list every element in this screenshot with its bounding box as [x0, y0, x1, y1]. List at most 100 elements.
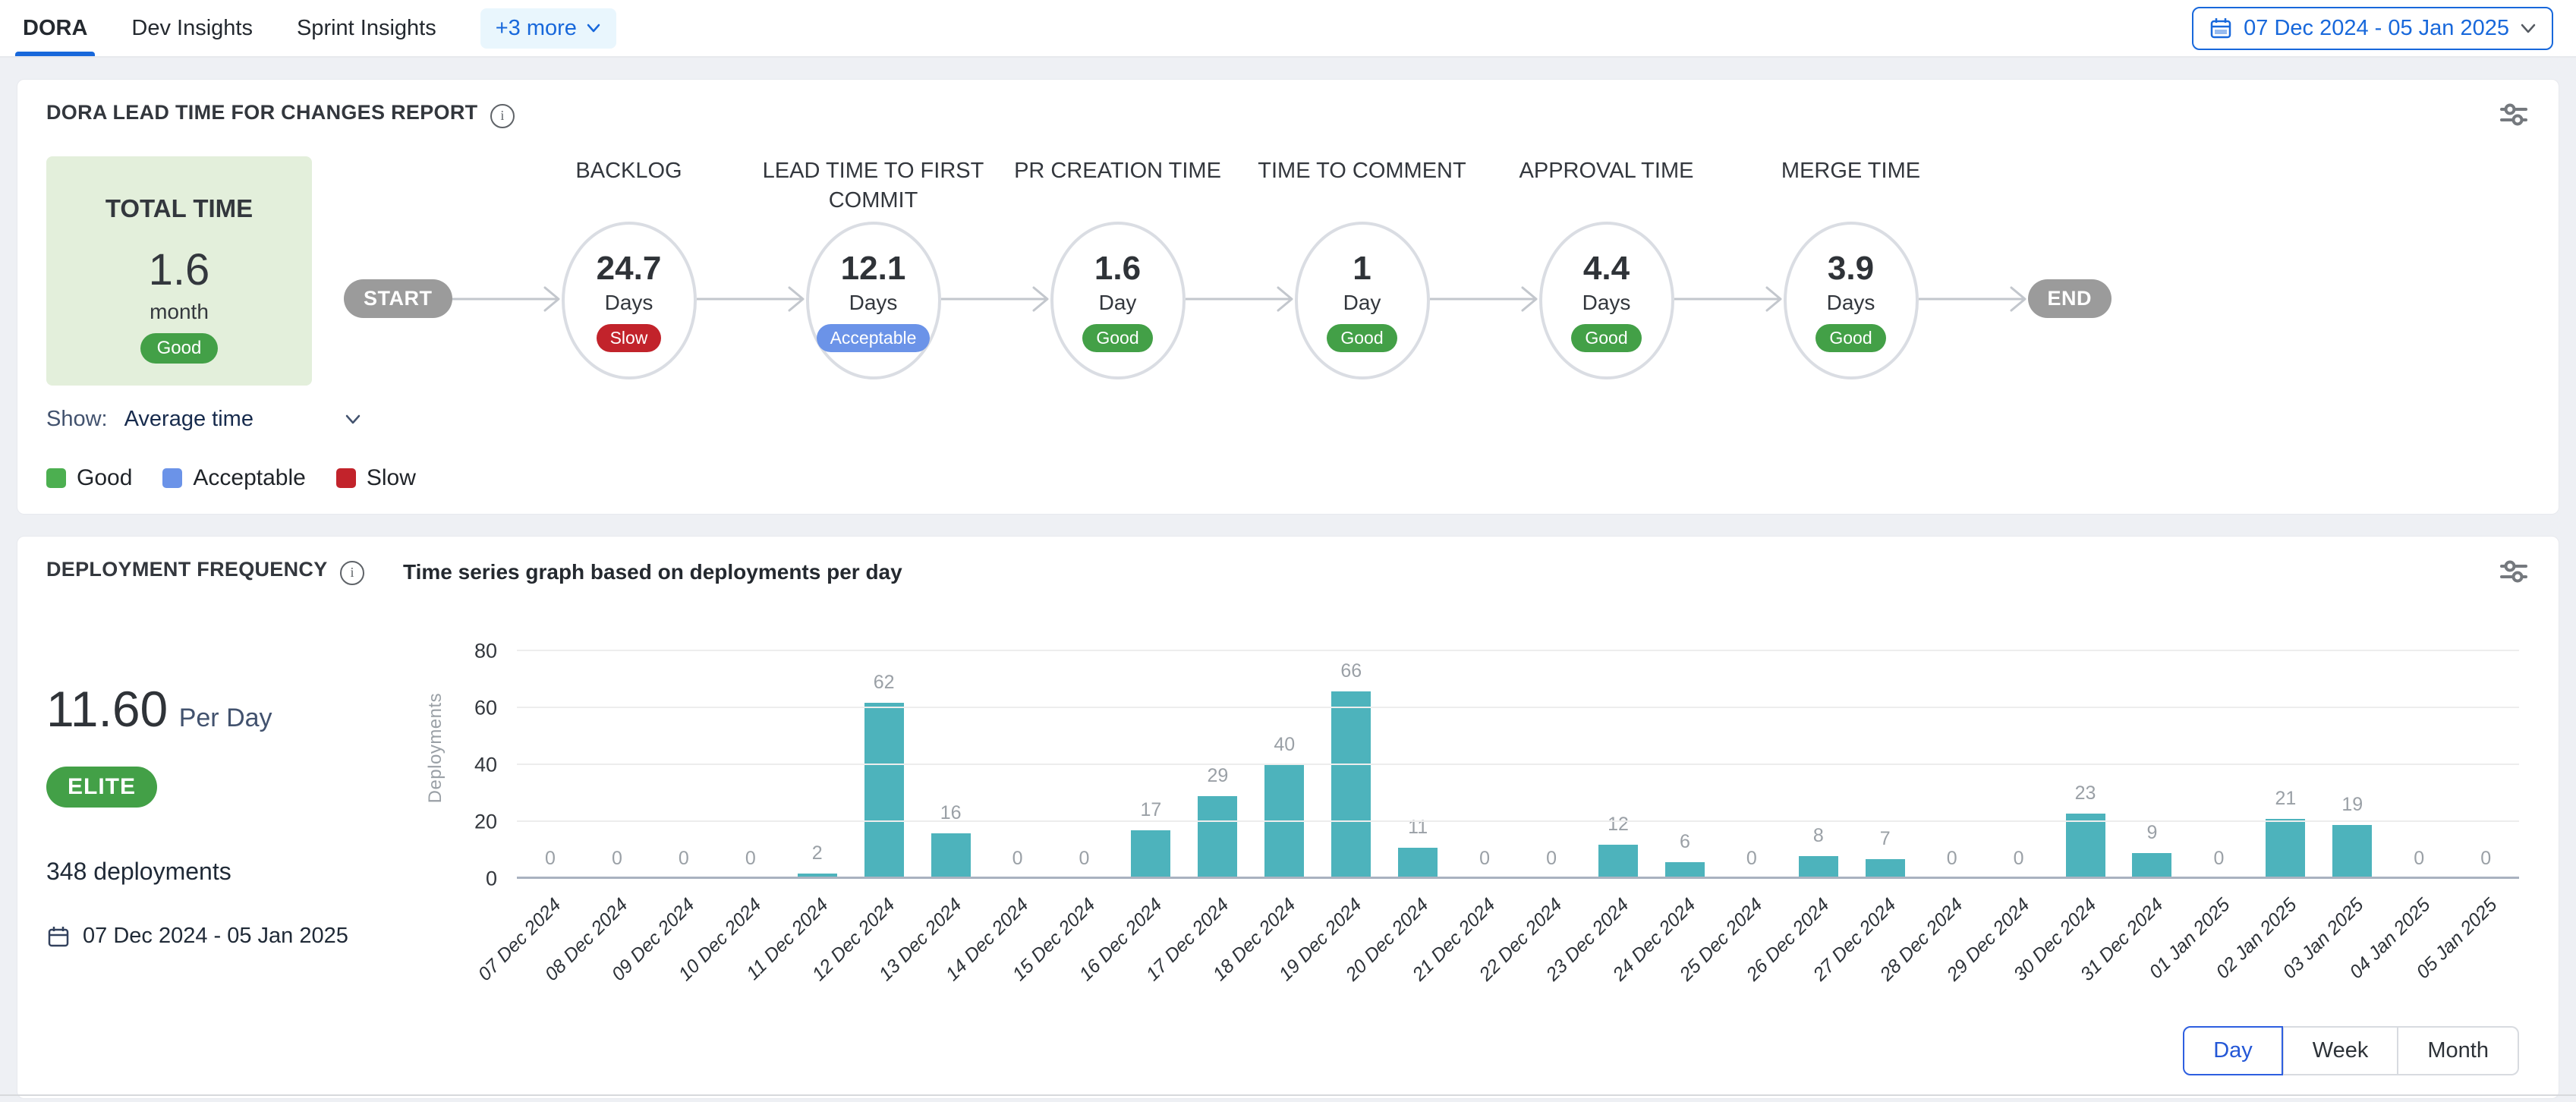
bar-value-label: 40 — [1274, 734, 1295, 756]
bar-value-label: 0 — [745, 848, 756, 870]
tab-dev-insights[interactable]: Dev Insights — [131, 0, 253, 56]
bar-value-label: 9 — [2147, 822, 2158, 844]
bar-slot: 931 Dec 2024 — [2119, 651, 2186, 879]
bar-value-label: 0 — [2414, 848, 2424, 870]
bar[interactable] — [1331, 691, 1371, 880]
bar-slot: 1903 Jan 2025 — [2319, 651, 2385, 879]
bar-slot: 624 Dec 2024 — [1652, 651, 1718, 879]
bar-slot: 001 Jan 2025 — [2185, 651, 2252, 879]
bar-slot: 021 Dec 2024 — [1451, 651, 1518, 879]
stage-circle: 1.6DayGood — [1050, 222, 1186, 379]
more-tabs-button[interactable]: +3 more — [480, 8, 616, 49]
bar-slot: 025 Dec 2024 — [1718, 651, 1785, 879]
deployment-rate: 11.60 — [46, 681, 168, 737]
bar[interactable] — [2266, 819, 2305, 879]
deployment-rate-unit: Per Day — [179, 704, 272, 732]
stage-name: APPROVAL TIME — [1482, 156, 1732, 186]
lead-time-flow: STARTBACKLOG24.7DaysSlowLEAD TIME TO FIR… — [312, 156, 2530, 386]
deployment-frequency-card: DEPLOYMENT FREQUENCY i Time series graph… — [17, 536, 2559, 1099]
bar-chart-plot: Deployments 007 Dec 2024008 Dec 2024009 … — [517, 651, 2519, 879]
bar[interactable] — [1398, 848, 1438, 879]
bar-value-label: 17 — [1141, 799, 1162, 821]
stage-circle: 24.7DaysSlow — [562, 222, 697, 379]
stage-value: 1.6 — [1094, 250, 1141, 288]
stage-unit: Days — [1827, 291, 1875, 315]
total-time-card: TOTAL TIME 1.6 month Good — [46, 156, 312, 386]
bar[interactable] — [2332, 825, 2372, 879]
tab-dora[interactable]: DORA — [23, 0, 87, 56]
bar[interactable] — [1264, 765, 1304, 879]
deployment-date-range: 07 Dec 2024 - 05 Jan 2025 — [46, 924, 403, 949]
deployment-chart: Deployments 007 Dec 2024008 Dec 2024009 … — [403, 597, 2530, 1075]
bar-value-label: 8 — [1813, 825, 1824, 847]
bar-value-label: 6 — [1680, 831, 1690, 853]
bar-series: 007 Dec 2024008 Dec 2024009 Dec 2024010 … — [517, 651, 2519, 879]
bar-slot: 727 Dec 2024 — [1852, 651, 1919, 879]
flow-arrow-icon — [1430, 284, 1539, 314]
bar-slot: 014 Dec 2024 — [984, 651, 1051, 879]
total-time-label: TOTAL TIME — [46, 194, 312, 223]
bar-value-label: 62 — [874, 672, 895, 694]
info-icon[interactable]: i — [340, 561, 364, 585]
more-tabs-label: +3 more — [496, 16, 577, 41]
date-range-picker[interactable]: 07 Dec 2024 - 05 Jan 2025 — [2192, 7, 2553, 50]
bar-value-label: 0 — [2014, 848, 2024, 870]
flow-arrow-icon — [941, 284, 1050, 314]
bar-value-label: 0 — [612, 848, 622, 870]
stage-status-badge: Good — [1815, 324, 1885, 352]
bar-value-label: 23 — [2075, 782, 2096, 804]
bar[interactable] — [1598, 845, 1638, 879]
gridline-0 — [517, 877, 2519, 879]
bar-value-label: 12 — [1608, 814, 1629, 836]
bar[interactable] — [2132, 853, 2171, 879]
chart-subtitle: Time series graph based on deployments p… — [403, 558, 902, 584]
bar-slot: 004 Jan 2025 — [2385, 651, 2452, 879]
tab-sprint-insights[interactable]: Sprint Insights — [297, 0, 436, 56]
granularity-week[interactable]: Week — [2283, 1026, 2398, 1075]
date-range-label: 07 Dec 2024 - 05 Jan 2025 — [2244, 16, 2509, 41]
bar-slot: 1223 Dec 2024 — [1585, 651, 1652, 879]
bar[interactable] — [2066, 814, 2105, 879]
legend-item-slow: Slow — [336, 465, 416, 491]
granularity-month[interactable]: Month — [2398, 1026, 2519, 1075]
granularity-day[interactable]: Day — [2183, 1026, 2283, 1075]
stage-value: 4.4 — [1583, 250, 1630, 288]
bar[interactable] — [1198, 796, 1237, 879]
bar-value-label: 0 — [679, 848, 689, 870]
show-label: Show: — [46, 407, 108, 432]
bar-slot: 029 Dec 2024 — [1986, 651, 2052, 879]
sliders-icon[interactable] — [2498, 101, 2530, 132]
bar-slot: 6212 Dec 2024 — [851, 651, 918, 879]
chevron-down-icon — [345, 414, 361, 425]
deployment-stats: 11.60 Per Day ELITE 348 deployments 07 D… — [46, 597, 403, 1075]
stage-circle: 1DayGood — [1295, 222, 1430, 379]
bar-slot: 4018 Dec 2024 — [1251, 651, 1318, 879]
stage-unit: Days — [849, 291, 898, 315]
bar[interactable] — [1131, 830, 1170, 879]
sliders-icon[interactable] — [2498, 558, 2530, 589]
info-icon[interactable]: i — [490, 104, 515, 128]
bar-value-label: 0 — [545, 848, 556, 870]
stage-status-badge: Acceptable — [817, 324, 931, 352]
bar-slot: 009 Dec 2024 — [650, 651, 717, 879]
legend-item-good: Good — [46, 465, 132, 491]
bar-value-label: 7 — [1880, 828, 1891, 850]
stage-backlog: BACKLOG24.7DaysSlow — [562, 156, 697, 379]
lead-time-title-wrap: DORA LEAD TIME FOR CHANGES REPORT i — [46, 101, 515, 128]
bar-value-label: 0 — [1012, 848, 1023, 870]
bar[interactable] — [931, 833, 971, 879]
top-tab-bar: DORADev InsightsSprint Insights +3 more … — [0, 0, 2576, 58]
stage-merge-time: MERGE TIME3.9DaysGood — [1784, 156, 1919, 379]
total-time-status-badge: Good — [140, 333, 219, 364]
bar[interactable] — [1799, 856, 1838, 879]
lead-time-card: DORA LEAD TIME FOR CHANGES REPORT i TOTA… — [17, 79, 2559, 515]
y-tick-40: 40 — [474, 754, 497, 777]
page-bottom-divider — [0, 1094, 2576, 1096]
bar-slot: 1120 Dec 2024 — [1384, 651, 1451, 879]
elite-badge: ELITE — [46, 767, 157, 808]
show-dropdown-value: Average time — [124, 407, 254, 432]
stage-lead-time-to-first-commit: LEAD TIME TO FIRST COMMIT12.1DaysAccepta… — [806, 156, 941, 379]
total-time-value: 1.6 — [46, 244, 312, 295]
bar[interactable] — [864, 703, 904, 880]
show-dropdown[interactable]: Average time — [124, 407, 361, 432]
